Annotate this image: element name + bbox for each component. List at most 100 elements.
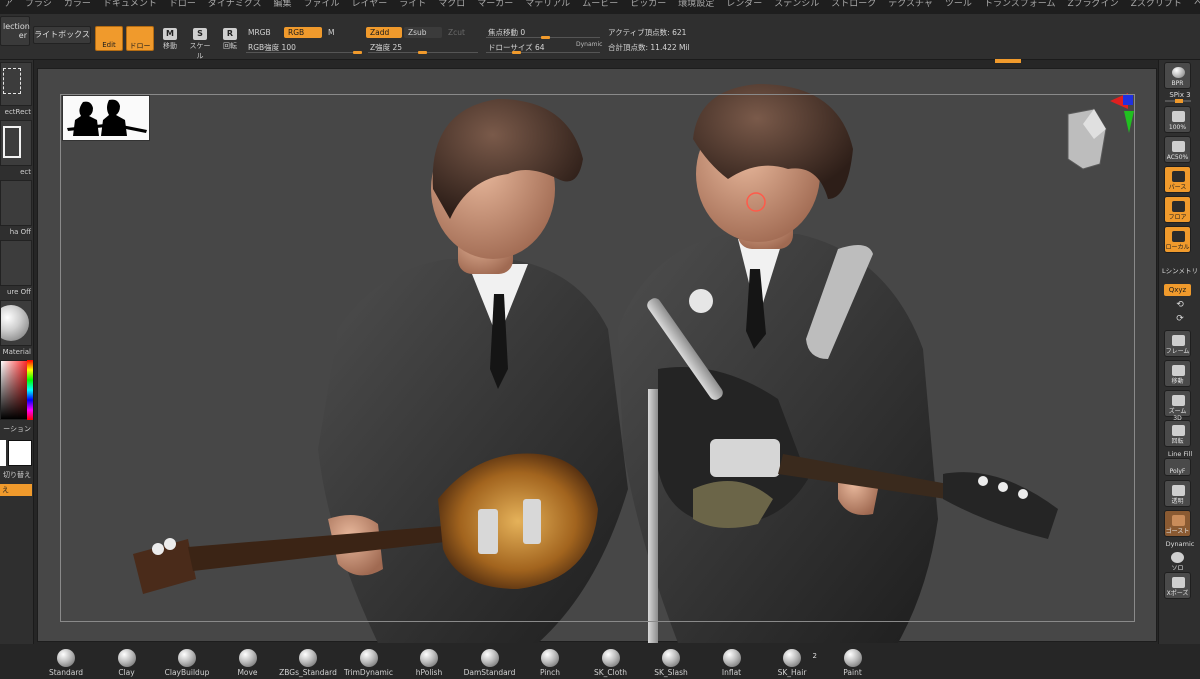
- zoom3d-button[interactable]: ズーム3D: [1164, 390, 1191, 422]
- frame-button[interactable]: フレーム: [1164, 330, 1191, 357]
- material-button[interactable]: [0, 300, 32, 346]
- brush-hpolish[interactable]: hPolish: [398, 646, 460, 679]
- selectrect-brush-button[interactable]: [0, 62, 32, 106]
- polyf-button[interactable]: PolyF: [1164, 458, 1191, 476]
- menu-item[interactable]: レンダー: [726, 0, 762, 9]
- brush-sk-hair[interactable]: SK_Hair 2: [761, 646, 823, 679]
- brush-sphere-icon: [117, 649, 136, 667]
- frame-icon: [1172, 335, 1185, 346]
- menu-item[interactable]: レイヤー: [351, 0, 387, 9]
- menu-item[interactable]: トランスフォーム: [984, 0, 1056, 9]
- rotate-y-icon[interactable]: ⟲: [1159, 300, 1200, 310]
- brush-damstandard[interactable]: DamStandard: [459, 646, 521, 679]
- focal-shift-knob[interactable]: [541, 36, 550, 39]
- lightbox-button[interactable]: ライトボックス: [33, 26, 91, 44]
- rect-stroke-button[interactable]: [0, 120, 32, 166]
- alpha-button[interactable]: [0, 180, 32, 226]
- move-tool-button[interactable]: M 移動: [158, 24, 182, 56]
- draw-size-track[interactable]: [486, 52, 600, 53]
- menu-item[interactable]: マクロ: [438, 0, 465, 9]
- secondary-color-swatch[interactable]: [0, 440, 6, 466]
- brush-pinch[interactable]: Pinch: [519, 646, 581, 679]
- menu-item[interactable]: テクスチャ: [888, 0, 933, 9]
- brush-sphere-icon: [722, 649, 741, 667]
- menu-item[interactable]: 編集: [273, 0, 291, 9]
- menu-item[interactable]: ドキュメント: [103, 0, 157, 9]
- ghost-button[interactable]: ゴースト: [1164, 510, 1191, 537]
- menu-item[interactable]: ツール: [945, 0, 972, 9]
- brush-sphere-icon: [420, 649, 438, 667]
- rotate-label: 回転: [223, 42, 237, 50]
- symmetry-label[interactable]: Lシンメトリ: [1159, 265, 1200, 275]
- menu-item[interactable]: ステンシル: [774, 0, 819, 9]
- zoom-100-button[interactable]: 100%: [1164, 106, 1191, 133]
- rotate-z-icon[interactable]: ⟳: [1159, 314, 1200, 324]
- bpr-label: BPR: [1171, 80, 1184, 87]
- solo-button[interactable]: ソロ: [1164, 548, 1191, 575]
- menu-item[interactable]: マーカー: [477, 0, 513, 9]
- z-intensity-knob[interactable]: [418, 51, 427, 54]
- draw-size-knob[interactable]: [512, 51, 521, 54]
- menu-item[interactable]: 環境設定: [678, 0, 714, 9]
- local-button[interactable]: ローカル: [1164, 226, 1191, 253]
- zadd-toggle[interactable]: Zadd: [366, 27, 402, 38]
- document-canvas[interactable]: [37, 68, 1157, 643]
- rgb-toggle[interactable]: RGB: [284, 27, 322, 38]
- menu-item[interactable]: マテリアル: [525, 0, 570, 9]
- m-toggle[interactable]: M: [324, 27, 338, 38]
- menu-item[interactable]: Zプラグイン: [1068, 0, 1119, 9]
- rgb-intensity-knob[interactable]: [353, 51, 362, 54]
- zsub-toggle[interactable]: Zsub: [404, 27, 442, 38]
- menu-item[interactable]: ムービー: [582, 0, 618, 9]
- transp-button[interactable]: 透明: [1164, 480, 1191, 507]
- menu-item[interactable]: Zスクリプト: [1131, 0, 1182, 9]
- brush-claybuildup[interactable]: ClayBuildup: [156, 646, 218, 679]
- brush-label: SK_Hair: [777, 668, 807, 677]
- floor-button[interactable]: フロア: [1164, 196, 1191, 223]
- menu-item[interactable]: ヘルプ: [1194, 0, 1200, 9]
- move-view-button[interactable]: 移動: [1164, 360, 1191, 387]
- menu-item[interactable]: ライト: [399, 0, 426, 9]
- navigation-thumbnail[interactable]: [62, 95, 150, 141]
- xyz-toggle[interactable]: Qxyz: [1164, 284, 1191, 296]
- mrgb-toggle[interactable]: MRGB: [244, 27, 275, 38]
- alternate-toggle[interactable]: え: [0, 484, 32, 496]
- menu-item[interactable]: ダイナミクス: [208, 0, 262, 9]
- brush-move[interactable]: Move: [217, 646, 279, 679]
- brush-inflat[interactable]: Inflat: [701, 646, 763, 679]
- rotate-view-button[interactable]: 回転: [1164, 420, 1191, 447]
- perspective-label: パース: [1168, 184, 1187, 191]
- menu-item[interactable]: ストローク: [831, 0, 876, 9]
- spix-knob[interactable]: [1175, 99, 1183, 103]
- menu-item[interactable]: ピッカー: [630, 0, 666, 9]
- brush-zbgs-standard[interactable]: ZBGs_Standard: [277, 646, 339, 679]
- scale-tool-button[interactable]: S スケール: [188, 24, 212, 60]
- rotate-tool-button[interactable]: R 回転: [218, 24, 242, 56]
- rgb-intensity-track[interactable]: [246, 52, 362, 53]
- ac50-button[interactable]: AC50%: [1164, 136, 1191, 163]
- hue-strip[interactable]: [27, 360, 33, 420]
- menu-item[interactable]: ドロー: [169, 0, 196, 9]
- menu-item[interactable]: ファイル: [303, 0, 339, 9]
- selection-button[interactable]: lection er: [0, 16, 30, 46]
- brush-standard[interactable]: Standard: [35, 646, 97, 679]
- brush-sk-slash[interactable]: SK_Slash: [640, 646, 702, 679]
- edit-button[interactable]: Edit: [95, 26, 123, 51]
- zcut-toggle[interactable]: Zcut: [444, 27, 469, 38]
- spix-track[interactable]: [1165, 99, 1191, 103]
- brush-paint[interactable]: Paint: [822, 646, 884, 679]
- bpr-button[interactable]: BPR: [1164, 62, 1191, 89]
- draw-button[interactable]: ドロー: [126, 26, 154, 51]
- texture-button[interactable]: [0, 240, 32, 286]
- brush-trimdynamic[interactable]: TrimDynamic: [338, 646, 400, 679]
- menu-item[interactable]: カラー: [64, 0, 91, 9]
- floor-label: フロア: [1168, 214, 1187, 221]
- dynamic-toggle[interactable]: Dynamic: [576, 41, 602, 48]
- brush-clay[interactable]: Clay: [96, 646, 158, 679]
- menu-item[interactable]: ア: [4, 0, 13, 9]
- perspective-button[interactable]: パース: [1164, 166, 1191, 193]
- main-color-swatch[interactable]: [8, 440, 32, 466]
- xpose-button[interactable]: Xポーズ: [1164, 572, 1191, 599]
- menu-item[interactable]: ブラシ: [25, 0, 52, 9]
- brush-sk-cloth[interactable]: SK_Cloth: [580, 646, 642, 679]
